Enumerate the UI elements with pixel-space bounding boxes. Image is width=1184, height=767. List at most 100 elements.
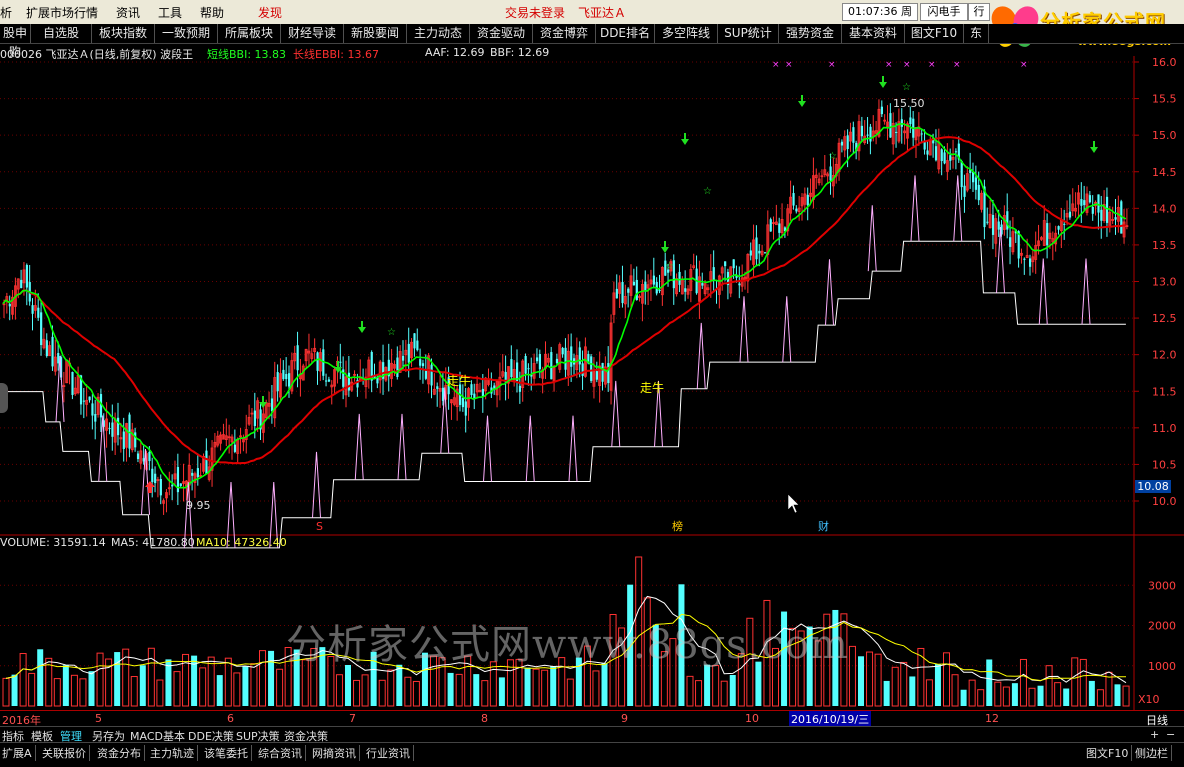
- candle-body: [997, 221, 1000, 230]
- clock-display: 01:07:36 周一: [842, 3, 918, 34]
- tab-digest[interactable]: 网摘资讯: [312, 745, 360, 761]
- toolbar-consensus[interactable]: 一致预期: [155, 24, 218, 43]
- date-label-aug: 8: [481, 712, 488, 725]
- candle-body: [561, 348, 564, 355]
- volume-bar: [986, 659, 993, 706]
- volume-bar: [378, 679, 386, 707]
- volume-ma10: MA10: 47326.40: [196, 536, 287, 549]
- candle-body: [564, 347, 567, 370]
- tab-news[interactable]: 综合资讯: [258, 745, 306, 761]
- menu-item-analysis[interactable]: 析: [0, 4, 12, 21]
- candle-body: [327, 379, 331, 382]
- volume-bar: [207, 656, 215, 707]
- menu-item-discover[interactable]: 发现: [258, 4, 282, 21]
- tab-main-track[interactable]: 主力轨迹: [150, 745, 198, 761]
- volume-bar: [259, 650, 266, 707]
- volume-bar: [883, 680, 890, 706]
- volume-bar: [951, 674, 959, 707]
- toolbar-sector-index[interactable]: 板块指数: [92, 24, 155, 43]
- candle-body: [550, 352, 553, 380]
- toolbar-watchlist[interactable]: 自选股: [31, 24, 92, 43]
- trade-button[interactable]: 行: [968, 3, 990, 21]
- toolbar-finance-guide[interactable]: 财经导读: [281, 24, 344, 43]
- candle-body: [940, 149, 943, 162]
- candle-body: [436, 386, 439, 389]
- toolbar-ipo-news[interactable]: 新股要闻: [344, 24, 407, 43]
- zoom-out-button[interactable]: −: [1166, 728, 1175, 741]
- menu-item-ext-market[interactable]: 扩展市场行情: [26, 4, 98, 21]
- candle-body: [769, 219, 772, 232]
- candle-body: [840, 141, 844, 146]
- candle-body: [1080, 199, 1083, 206]
- candle-body: [635, 279, 638, 301]
- tab-industry[interactable]: 行业资讯: [366, 745, 414, 761]
- zoom-in-button[interactable]: +: [1150, 728, 1159, 741]
- candle-body: [191, 472, 194, 476]
- menu-item-news[interactable]: 资讯: [116, 4, 140, 21]
- toolbar-strong-funds[interactable]: 强势资金: [779, 24, 842, 43]
- candle-body: [986, 221, 989, 223]
- volume-bar: [455, 673, 463, 707]
- candle-body: [595, 371, 598, 380]
- toolbar-main-force[interactable]: 主力动态: [407, 24, 470, 43]
- volume-bar: [909, 676, 916, 706]
- volume-bar: [11, 674, 18, 706]
- current-price-tag: 10.08: [1135, 480, 1171, 493]
- tab-ext-a[interactable]: 扩展A: [2, 745, 36, 761]
- volume-bar: [473, 674, 480, 706]
- toolbar-sup-stats[interactable]: SUP统计: [718, 24, 779, 43]
- tab-related-quote[interactable]: 关联报价: [42, 745, 90, 761]
- toolbar-bull-bear[interactable]: 多空阵线: [655, 24, 718, 43]
- candle-body: [111, 422, 114, 437]
- menu-item-help[interactable]: 帮助: [200, 4, 224, 21]
- candle-body: [778, 223, 781, 233]
- candle-body: [749, 250, 752, 256]
- candle-body: [276, 372, 279, 392]
- candle-body: [1083, 200, 1086, 206]
- star-icon: ☆: [703, 186, 712, 197]
- candle-body: [860, 125, 864, 137]
- info-tabs: 扩展A 关联报价 资金分布 主力轨迹 该笔委托 综合资讯 网摘资讯 行业资讯 图…: [0, 742, 1184, 767]
- flash-trader-button[interactable]: 闪电手: [920, 3, 968, 21]
- candle-body: [1114, 217, 1117, 220]
- star-icon: ☆: [828, 151, 837, 162]
- volume-tick-label: 3000: [1148, 579, 1176, 592]
- event-marker: S: [316, 520, 323, 533]
- f10-button[interactable]: 图文F10: [1086, 745, 1133, 761]
- candle-body: [895, 131, 898, 133]
- toolbar-more[interactable]: 东: [964, 24, 989, 43]
- toolbar-fund-game[interactable]: 资金博弈: [533, 24, 596, 43]
- menu-item-tools[interactable]: 工具: [158, 4, 182, 21]
- volume-bar: [994, 681, 1002, 707]
- candle-body: [25, 264, 28, 288]
- price-tick-label: 11.0: [1152, 422, 1177, 435]
- tab-fund-distribution[interactable]: 资金分布: [97, 745, 145, 761]
- toolbar-ipo[interactable]: 股申购: [0, 24, 31, 59]
- toolbar-fund-drive[interactable]: 资金驱动: [470, 24, 533, 43]
- candle-body: [8, 303, 11, 307]
- tab-order[interactable]: 该笔委托: [204, 745, 252, 761]
- date-label-oct: 10: [745, 712, 759, 725]
- candle-body: [288, 373, 291, 387]
- toolbar-dde-rank[interactable]: DDE排名: [596, 24, 655, 43]
- volume-bar: [1063, 688, 1070, 706]
- sidebar-button[interactable]: 侧边栏: [1135, 745, 1172, 761]
- volume-bar: [335, 674, 343, 707]
- price-tick-label: 13.5: [1152, 239, 1177, 252]
- candle-body: [419, 359, 422, 366]
- candle-body: [171, 484, 174, 487]
- volume-bar: [960, 689, 967, 706]
- candle-body: [296, 345, 299, 371]
- candle-body: [518, 385, 522, 392]
- left-collapse-handle[interactable]: [0, 383, 8, 413]
- volume-value: VOLUME: 31591.14: [0, 536, 106, 549]
- signal-spike: [397, 413, 407, 480]
- toolbar-basic-info[interactable]: 基本资料: [842, 24, 905, 43]
- login-status[interactable]: 交易未登录: [505, 4, 565, 21]
- toolbar-f10[interactable]: 图文F10: [905, 24, 964, 43]
- candle-body: [755, 237, 758, 260]
- chart-code-title: 000026 飞亚达Ａ(日线,前复权) 波段王: [0, 48, 194, 61]
- price-tick-label: 13.0: [1152, 276, 1177, 289]
- toolbar-own-sector[interactable]: 所属板块: [218, 24, 281, 43]
- volume-bar: [1088, 680, 1095, 706]
